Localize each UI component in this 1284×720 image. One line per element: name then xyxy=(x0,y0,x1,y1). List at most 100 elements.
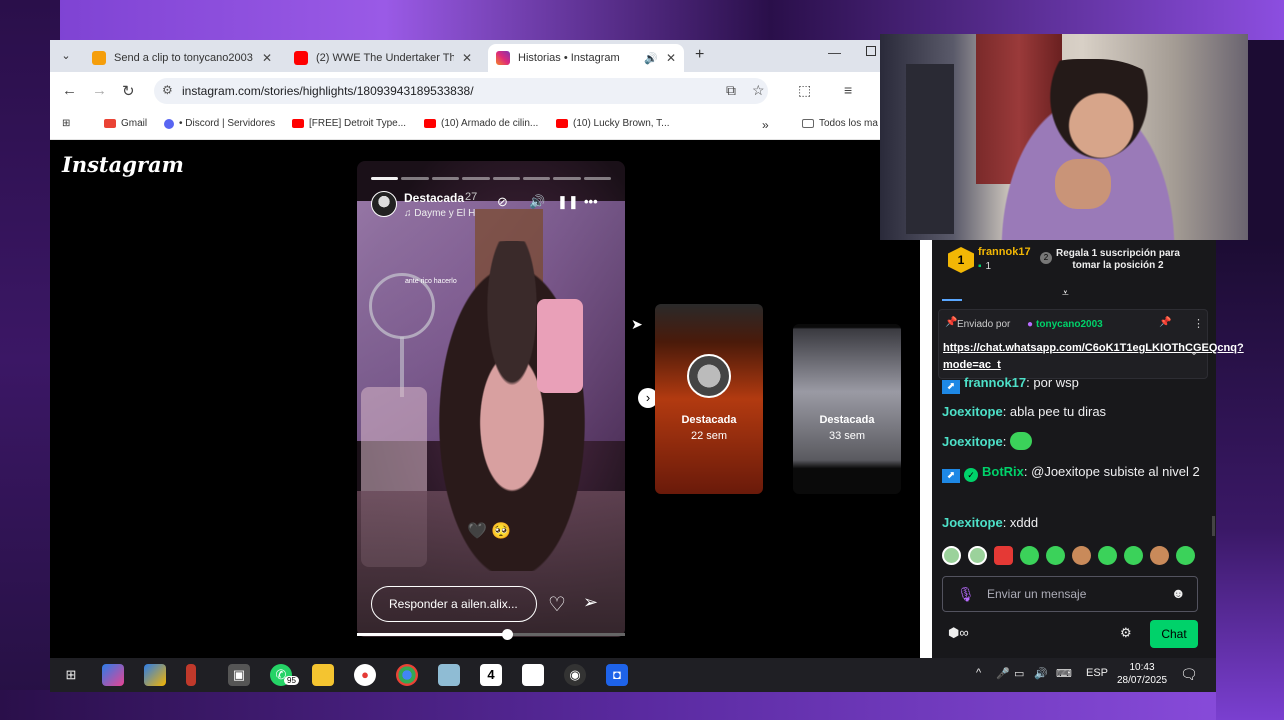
extensions-icon[interactable]: ⬚ xyxy=(798,82,811,99)
volume-icon[interactable]: 🔊 xyxy=(529,194,545,210)
chevron-up-icon[interactable]: ^ xyxy=(976,667,981,679)
bits-icon[interactable]: ⬢∞ xyxy=(948,625,969,641)
notification-icon[interactable]: 🗨 xyxy=(1180,666,1198,683)
emote-icon[interactable] xyxy=(968,546,987,565)
channel-4-icon[interactable]: 4 xyxy=(480,664,502,686)
tab-youtube[interactable]: (2) WWE The Undertaker Theme ✕ xyxy=(286,44,480,72)
chat-user[interactable]: Joexitope xyxy=(942,434,1003,449)
emote-icon[interactable] xyxy=(1098,546,1117,565)
install-icon[interactable]: ⧉ xyxy=(726,82,736,99)
bookmark-all[interactable]: Todos los ma xyxy=(802,118,878,129)
chevron-right-icon[interactable]: » xyxy=(762,118,769,132)
obs-icon[interactable]: ◉ xyxy=(564,664,586,686)
pinned-link[interactable]: https://chat.whatsapp.com/C6oK1T1egLKIOT… xyxy=(943,340,1244,374)
story-progress-segment xyxy=(522,177,551,180)
file-explorer-icon[interactable] xyxy=(312,664,334,686)
reply-input[interactable]: Responder a ailen.alix... xyxy=(371,586,537,622)
story-text-sticker: ante rico hacerlo xyxy=(405,278,457,285)
start-menu-icon[interactable]: ⊞ xyxy=(60,664,82,686)
tab-instagram[interactable]: Historias • Instagram 🔊 ✕ xyxy=(488,44,684,72)
story-author[interactable]: Destacada xyxy=(404,191,464,205)
reload-icon[interactable]: ↻ xyxy=(122,82,135,100)
avatar[interactable] xyxy=(371,191,397,217)
close-icon[interactable]: ✕ xyxy=(462,51,472,65)
forward-icon[interactable]: → xyxy=(92,82,107,99)
story-seek-bar[interactable] xyxy=(357,629,625,640)
emote-icon[interactable] xyxy=(942,546,961,565)
copilot-icon[interactable] xyxy=(102,664,124,686)
more-options-icon[interactable]: ••• xyxy=(584,194,598,209)
pinned-user[interactable]: ● tonycano2003 xyxy=(1027,319,1103,330)
bookmark-gmail[interactable]: Gmail xyxy=(104,118,147,129)
music-app-icon[interactable]: ● xyxy=(354,664,376,686)
red-app-icon[interactable] xyxy=(186,664,196,686)
back-icon[interactable]: ← xyxy=(62,82,77,99)
heart-icon[interactable]: ♡ xyxy=(548,592,566,617)
keyboard-icon[interactable]: ⌨ xyxy=(1056,667,1072,680)
expand-leaderboard-icon[interactable]: ⩡ xyxy=(1062,286,1069,301)
site-info-icon[interactable]: ⚙ xyxy=(162,83,173,97)
chat-user[interactable]: frannok17 xyxy=(964,375,1026,390)
close-icon[interactable]: ✕ xyxy=(666,51,676,65)
microphone-icon[interactable]: 🎤 xyxy=(996,667,1010,680)
bookmark-lucky-brown[interactable]: (10) Lucky Brown, T... xyxy=(556,118,670,129)
language-indicator[interactable]: ESP xyxy=(1086,667,1108,679)
volume-icon[interactable]: 🔊 xyxy=(1034,667,1048,680)
emote-icon[interactable] xyxy=(994,546,1013,565)
pinned-message[interactable]: 📌 Enviado por ● tonycano2003 📌 ⋮ https://… xyxy=(938,309,1244,379)
url-text[interactable]: instagram.com/stories/highlights/1809394… xyxy=(182,84,474,98)
story-song[interactable]: ♫ Dayme y El H xyxy=(404,208,475,219)
instagram-logo[interactable]: Instagram xyxy=(62,152,184,177)
leaderboard-count: ▪ 1 xyxy=(978,261,991,272)
camera-off-icon[interactable]: ⊘ xyxy=(497,194,508,210)
gear-icon[interactable]: ⚙ xyxy=(1120,625,1132,641)
chrome-icon[interactable] xyxy=(396,664,418,686)
emote-icon[interactable] xyxy=(1176,546,1195,565)
document-icon[interactable] xyxy=(522,664,544,686)
chat-send-button[interactable]: Chat xyxy=(1150,620,1198,648)
new-tab-icon[interactable]: + xyxy=(695,46,704,64)
emote-icon[interactable] xyxy=(1072,546,1091,565)
bookmark-star-icon[interactable]: ☆ xyxy=(752,82,765,99)
address-bar[interactable]: ⚙ instagram.com/stories/highlights/18093… xyxy=(154,78,768,104)
leaderboard-user[interactable]: frannok17 xyxy=(978,246,1031,258)
emote-icon[interactable] xyxy=(1020,546,1039,565)
maximize-icon[interactable] xyxy=(866,46,876,56)
network-icon[interactable]: ▭ xyxy=(1014,667,1024,680)
tab-search-icon[interactable]: ⌄ xyxy=(56,46,76,66)
minimize-icon[interactable]: — xyxy=(828,45,841,60)
close-icon[interactable]: ✕ xyxy=(262,51,272,65)
chat-user[interactable]: BotRix xyxy=(982,464,1024,479)
speaker-icon[interactable]: 🔊 xyxy=(644,52,658,65)
office-icon[interactable] xyxy=(144,664,166,686)
bookmark-discord[interactable]: • Discord | Servidores xyxy=(164,118,275,129)
send-icon[interactable]: ➢ xyxy=(583,592,598,613)
chevron-down-icon[interactable]: ⌄ xyxy=(1189,344,1199,358)
media-controls-icon[interactable]: ≡ xyxy=(844,82,852,98)
roblox-icon[interactable]: ◘ xyxy=(606,664,628,686)
bookmark-armado[interactable]: (10) Armado de cilin... xyxy=(424,118,538,129)
apps-icon[interactable]: ⊞ xyxy=(62,118,70,129)
chat-scrollbar[interactable] xyxy=(1212,516,1215,536)
chat-user[interactable]: Joexitope xyxy=(942,404,1003,419)
notes-app-icon[interactable] xyxy=(438,664,460,686)
clock[interactable]: 10:43 28/07/2025 xyxy=(1114,661,1170,687)
highlight-preview-1[interactable]: Destacada 22 sem xyxy=(655,304,763,494)
emote-icon[interactable] xyxy=(1046,546,1065,565)
story-card[interactable]: ante rico hacerlo 🖤 🥺 Destacada 27 ♫ Day… xyxy=(357,161,625,637)
photo-app-icon[interactable]: ▣ xyxy=(228,664,250,686)
emoji-picker-icon[interactable]: ☻ xyxy=(1171,585,1186,601)
more-options-icon[interactable]: ⋮ xyxy=(1193,317,1204,330)
unpin-icon[interactable]: 📌 xyxy=(1159,317,1171,328)
seek-knob[interactable] xyxy=(502,629,513,640)
chat-message-input[interactable]: 🎙 Enviar un mensaje ☻ xyxy=(942,576,1198,612)
gift-subscription-prompt[interactable]: Regala 1 suscripción para tomar la posic… xyxy=(1052,248,1184,272)
pause-icon[interactable]: ❚❚ xyxy=(557,194,579,210)
emote-icon[interactable] xyxy=(1150,546,1169,565)
mic-icon[interactable]: 🎙 xyxy=(957,586,975,603)
highlight-preview-2[interactable]: Destacada 33 sem xyxy=(793,324,901,494)
tab-clip[interactable]: Send a clip to tonycano2003 | C ✕ xyxy=(84,44,280,72)
bookmark-detroit[interactable]: [FREE] Detroit Type... xyxy=(292,118,406,129)
emote-icon[interactable] xyxy=(1124,546,1143,565)
chat-user[interactable]: Joexitope xyxy=(942,515,1003,530)
